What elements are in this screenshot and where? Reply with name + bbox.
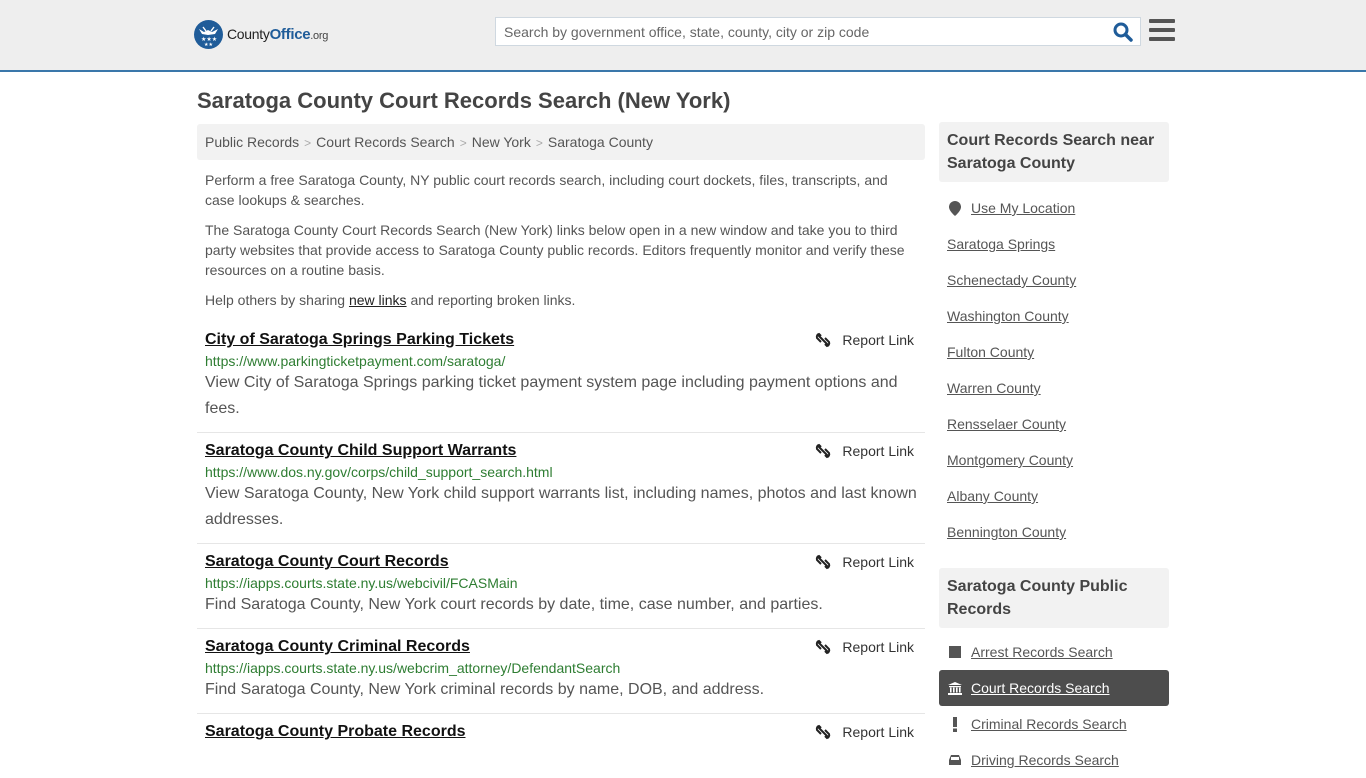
broken-link-icon <box>816 443 831 459</box>
square-icon <box>947 646 963 658</box>
breadcrumb-public-records[interactable]: Public Records <box>205 134 299 150</box>
breadcrumb-separator: > <box>535 136 543 150</box>
eagle-logo-icon: ★★★ ★★ <box>194 20 223 49</box>
report-link-button[interactable]: Report Link <box>815 639 914 655</box>
car-icon <box>947 754 963 766</box>
nearby-link-warren-county[interactable]: Warren County <box>947 370 1169 406</box>
search-icon <box>1113 22 1133 42</box>
nearby-link-washington-county[interactable]: Washington County <box>947 298 1169 334</box>
public-records-link-court[interactable]: Court Records Search <box>939 670 1169 706</box>
nearby-link-albany-county[interactable]: Albany County <box>947 478 1169 514</box>
svg-text:★★: ★★ <box>204 42 213 48</box>
public-records-link-criminal[interactable]: Criminal Records Search <box>947 706 1169 742</box>
intro-paragraph: Perform a free Saratoga County, NY publi… <box>205 172 888 208</box>
menu-bar <box>1149 19 1175 23</box>
nearby-heading: Court Records Search near Saratoga Count… <box>939 122 1169 182</box>
broken-link-icon <box>816 332 831 348</box>
result-title-link[interactable]: Saratoga County Criminal Records <box>205 638 470 656</box>
intro-text: Perform a free Saratoga County, NY publi… <box>205 170 920 320</box>
nearby-link-montgomery-county[interactable]: Montgomery County <box>947 442 1169 478</box>
result-item: Saratoga County Court Records Report Lin… <box>197 544 925 629</box>
result-url[interactable]: https://www.dos.ny.gov/corps/child_suppo… <box>205 464 917 480</box>
result-description: Find Saratoga County, New York court rec… <box>205 596 823 613</box>
broken-link-icon <box>816 724 831 740</box>
results-list: City of Saratoga Springs Parking Tickets… <box>197 322 925 751</box>
public-records-link-driving[interactable]: Driving Records Search <box>947 742 1169 778</box>
breadcrumb: Public Records > Court Records Search > New … <box>197 124 925 160</box>
hamburger-menu-button[interactable] <box>1149 19 1175 41</box>
report-link-button[interactable]: Report Link <box>815 332 914 348</box>
share-links-paragraph: Help others by sharing new links and rep… <box>205 292 576 308</box>
result-url[interactable]: https://www.parkingticketpayment.com/sar… <box>205 353 917 369</box>
sidebar: Court Records Search near Saratoga Count… <box>939 122 1169 778</box>
report-link-button[interactable]: Report Link <box>815 554 914 570</box>
search-box <box>495 17 1141 46</box>
site-header: ★★★ ★★ CountyOffice.org <box>0 0 1366 72</box>
use-my-location-link[interactable]: Use My Location <box>947 190 1169 226</box>
page-title: Saratoga County Court Records Search (Ne… <box>197 88 731 113</box>
breadcrumb-saratoga-county[interactable]: Saratoga County <box>548 134 653 150</box>
result-description: Find Saratoga County, New York criminal … <box>205 681 765 698</box>
result-item: Saratoga County Probate Records Report L… <box>197 714 925 751</box>
breadcrumb-separator: > <box>304 136 312 150</box>
breadcrumb-new-york[interactable]: New York <box>472 134 531 150</box>
report-link-button[interactable]: Report Link <box>815 443 914 459</box>
exclamation-icon <box>947 716 963 732</box>
breadcrumb-court-records-search[interactable]: Court Records Search <box>316 134 455 150</box>
public-records-heading: Saratoga County Public Records <box>939 568 1169 628</box>
nearby-link-fulton-county[interactable]: Fulton County <box>947 334 1169 370</box>
logo-wordmark: CountyOffice.org <box>227 26 329 43</box>
result-description: View City of Saratoga Springs parking ti… <box>205 374 898 417</box>
nearby-link-schenectady-county[interactable]: Schenectady County <box>947 262 1169 298</box>
result-item: City of Saratoga Springs Parking Tickets… <box>197 322 925 433</box>
broken-link-icon <box>816 639 831 655</box>
public-records-link-arrest[interactable]: Arrest Records Search <box>947 634 1169 670</box>
report-link-button[interactable]: Report Link <box>815 724 914 740</box>
breadcrumb-separator: > <box>459 136 467 150</box>
menu-bar <box>1149 28 1175 32</box>
result-url[interactable]: https://iapps.courts.state.ny.us/webcrim… <box>205 660 917 676</box>
nearby-link-bennington-county[interactable]: Bennington County <box>947 514 1169 550</box>
result-title-link[interactable]: Saratoga County Probate Records <box>205 723 466 741</box>
map-pin-icon <box>947 200 963 216</box>
nearby-link-saratoga-springs[interactable]: Saratoga Springs <box>947 226 1169 262</box>
public-records-list: Arrest Records Search Court Records Sear… <box>939 628 1169 778</box>
new-links-link[interactable]: new links <box>349 292 407 308</box>
intro-paragraph: The Saratoga County Court Records Search… <box>205 222 905 278</box>
search-button[interactable] <box>1112 21 1134 43</box>
menu-bar <box>1149 37 1175 41</box>
nearby-list: Use My Location Saratoga Springs Schenec… <box>939 182 1169 558</box>
result-url[interactable]: https://iapps.courts.state.ny.us/webcivi… <box>205 575 917 591</box>
result-description: View Saratoga County, New York child sup… <box>205 485 917 528</box>
result-title-link[interactable]: Saratoga County Child Support Warrants <box>205 442 516 460</box>
result-title-link[interactable]: City of Saratoga Springs Parking Tickets <box>205 331 514 349</box>
result-item: Saratoga County Child Support Warrants R… <box>197 433 925 544</box>
result-title-link[interactable]: Saratoga County Court Records <box>205 553 449 571</box>
result-item: Saratoga County Criminal Records Report … <box>197 629 925 714</box>
courthouse-icon <box>947 681 963 695</box>
search-input[interactable] <box>496 18 1106 45</box>
broken-link-icon <box>816 554 831 570</box>
nearby-link-rensselaer-county[interactable]: Rensselaer County <box>947 406 1169 442</box>
site-logo[interactable]: ★★★ ★★ CountyOffice.org <box>194 20 328 49</box>
